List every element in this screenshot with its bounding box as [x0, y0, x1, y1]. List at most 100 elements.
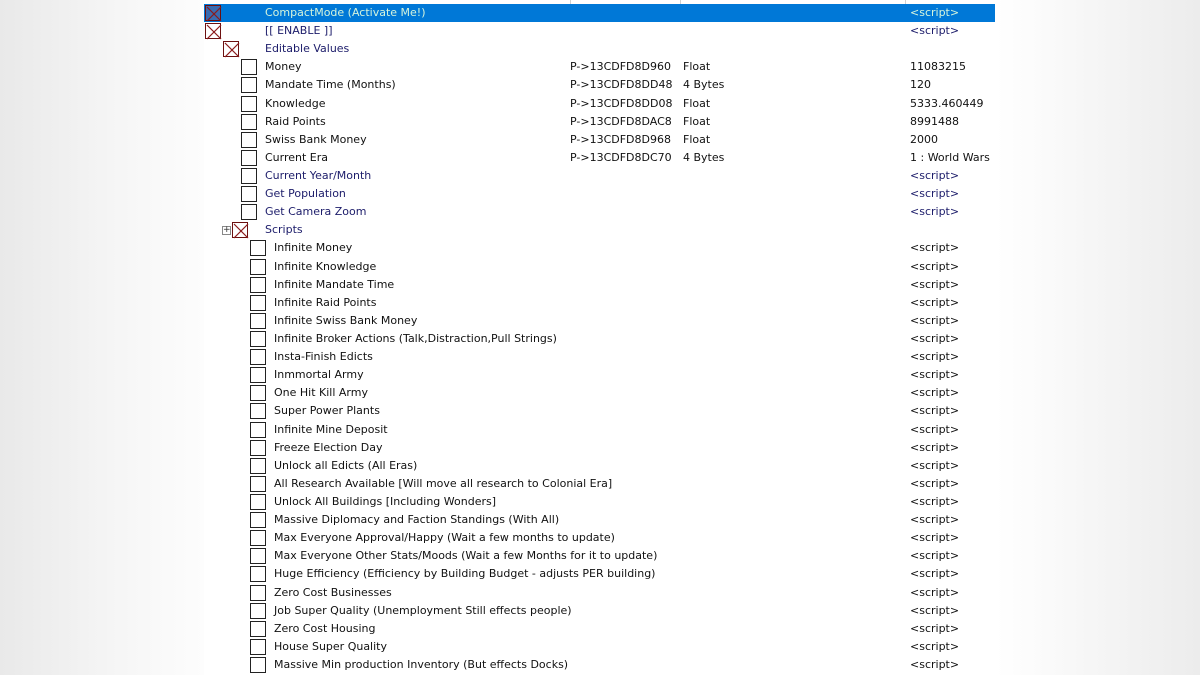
table-row[interactable]: All Research Available [Will move all re…	[204, 475, 995, 493]
table-row[interactable]: Unlock all Edicts (All Eras) <script>	[204, 457, 995, 475]
active-checkbox[interactable]	[250, 258, 266, 275]
table-row[interactable]: Unlock All Buildings [Including Wonders]…	[204, 493, 995, 511]
active-checkbox[interactable]	[250, 602, 266, 619]
cheat-table-list: CompactMode (Activate Me!) <script> [[ ENA…	[204, 0, 995, 675]
active-checkbox[interactable]	[241, 77, 257, 94]
description: Infinite Money	[274, 241, 353, 255]
value-type: Float	[683, 132, 711, 146]
active-checkbox[interactable]	[250, 512, 266, 529]
table-row[interactable]: Raid Points P->13CDFD8DAC8 Float 8991488	[204, 113, 995, 131]
table-row[interactable]: Inmmortal Army <script>	[204, 366, 995, 384]
description: Zero Cost Businesses	[274, 585, 392, 599]
active-checkbox[interactable]	[241, 186, 257, 203]
value: <script>	[910, 458, 960, 472]
active-checkbox[interactable]	[241, 167, 257, 184]
table-row[interactable]: Current Year/Month <script>	[204, 167, 995, 185]
active-checkbox[interactable]	[250, 638, 266, 655]
table-row[interactable]: Infinite Mine Deposit <script>	[204, 421, 995, 439]
table-row[interactable]: Infinite Mandate Time <script>	[204, 276, 995, 294]
table-row[interactable]: Infinite Money <script>	[204, 239, 995, 257]
table-row[interactable]: Huge Efficiency (Efficiency by Building …	[204, 565, 995, 583]
description: Job Super Quality (Unemployment Still ef…	[274, 603, 572, 617]
active-checkbox[interactable]	[250, 349, 266, 366]
description: Raid Points	[265, 114, 326, 128]
active-checkbox[interactable]	[241, 59, 257, 76]
active-checkbox[interactable]	[241, 204, 257, 221]
active-checkbox[interactable]	[223, 41, 240, 58]
active-checkbox[interactable]	[205, 23, 222, 40]
value: <script>	[910, 368, 960, 382]
description: Get Camera Zoom	[265, 205, 367, 219]
table-row[interactable]: Get Camera Zoom <script>	[204, 203, 995, 221]
value-type: Float	[683, 60, 711, 74]
table-row[interactable]: Current Era P->13CDFD8DC70 4 Bytes 1 : Worl…	[204, 149, 995, 167]
expand-icon[interactable]: +	[222, 226, 231, 236]
table-row[interactable]: Massive Diplomacy and Faction Standings …	[204, 511, 995, 529]
active-checkbox[interactable]	[250, 385, 266, 402]
active-checkbox[interactable]	[250, 403, 266, 420]
description: Current Era	[265, 150, 329, 164]
active-checkbox[interactable]	[250, 620, 266, 637]
value: 11083215	[910, 60, 966, 74]
table-row[interactable]: Freeze Election Day <script>	[204, 439, 995, 457]
active-checkbox[interactable]	[250, 367, 266, 384]
description: Get Population	[265, 187, 346, 201]
value: <script>	[910, 259, 960, 273]
table-row[interactable]: Max Everyone Approval/Happy (Wait a few …	[204, 529, 995, 547]
table-row[interactable]: Knowledge P->13CDFD8DD08 Float 5333.460449	[204, 95, 995, 113]
table-row[interactable]: Zero Cost Businesses <script>	[204, 584, 995, 602]
active-checkbox[interactable]	[250, 439, 266, 456]
value: <script>	[910, 621, 960, 635]
description: Massive Min production Inventory (But ef…	[274, 657, 569, 671]
table-row[interactable]: Editable Values	[204, 40, 995, 58]
active-checkbox[interactable]	[241, 131, 257, 148]
active-checkbox[interactable]	[250, 584, 266, 601]
active-checkbox[interactable]	[250, 312, 266, 329]
cross-icon	[233, 223, 249, 239]
active-checkbox[interactable]	[250, 457, 266, 474]
active-checkbox[interactable]	[241, 113, 257, 130]
value: <script>	[910, 331, 960, 345]
table-row[interactable]: + Scripts	[204, 221, 995, 239]
table-row[interactable]: One Hit Kill Army <script>	[204, 384, 995, 402]
table-row[interactable]: Super Power Plants <script>	[204, 402, 995, 420]
active-checkbox[interactable]	[250, 548, 266, 565]
active-checkbox[interactable]	[250, 330, 266, 347]
active-checkbox[interactable]	[250, 493, 266, 510]
table-row[interactable]: Get Population <script>	[204, 185, 995, 203]
active-checkbox[interactable]	[250, 656, 266, 673]
active-checkbox[interactable]	[232, 222, 249, 239]
active-checkbox[interactable]	[250, 475, 266, 492]
active-checkbox[interactable]	[205, 5, 222, 22]
table-row[interactable]: Infinite Knowledge <script>	[204, 258, 995, 276]
table-row[interactable]: Money P->13CDFD8D960 Float 11083215	[204, 58, 995, 76]
active-checkbox[interactable]	[250, 276, 266, 293]
active-checkbox[interactable]	[250, 294, 266, 311]
description: Infinite Swiss Bank Money	[274, 313, 418, 327]
table-row[interactable]: CompactMode (Activate Me!) <script>	[204, 4, 995, 22]
table-row[interactable]: Infinite Raid Points <script>	[204, 294, 995, 312]
description: CompactMode (Activate Me!)	[265, 6, 426, 19]
value: <script>	[910, 513, 960, 527]
value: <script>	[910, 277, 960, 291]
cross-icon	[224, 42, 240, 58]
active-checkbox[interactable]	[250, 530, 266, 547]
active-checkbox[interactable]	[241, 95, 257, 112]
table-row[interactable]: Mandate Time (Months) P->13CDFD8DD48 4 Byt…	[204, 76, 995, 94]
active-checkbox[interactable]	[250, 240, 266, 257]
table-row[interactable]: Zero Cost Housing <script>	[204, 620, 995, 638]
value: <script>	[910, 313, 960, 327]
active-checkbox[interactable]	[241, 149, 257, 166]
table-row[interactable]: Job Super Quality (Unemployment Still ef…	[204, 602, 995, 620]
table-row[interactable]: Massive Min production Inventory (But ef…	[204, 656, 995, 674]
active-checkbox[interactable]	[250, 421, 266, 438]
active-checkbox[interactable]	[250, 566, 266, 583]
table-row[interactable]: Infinite Broker Actions (Talk,Distractio…	[204, 330, 995, 348]
table-row[interactable]: Max Everyone Other Stats/Moods (Wait a f…	[204, 547, 995, 565]
table-row[interactable]: Infinite Swiss Bank Money <script>	[204, 312, 995, 330]
table-row[interactable]: House Super Quality <script>	[204, 638, 995, 656]
table-row[interactable]: [[ ENABLE ]] <script>	[204, 22, 995, 40]
table-row[interactable]: Insta-Finish Edicts <script>	[204, 348, 995, 366]
table-row[interactable]: Swiss Bank Money P->13CDFD8D968 Float 2000	[204, 131, 995, 149]
description: Infinite Mine Deposit	[274, 422, 388, 436]
